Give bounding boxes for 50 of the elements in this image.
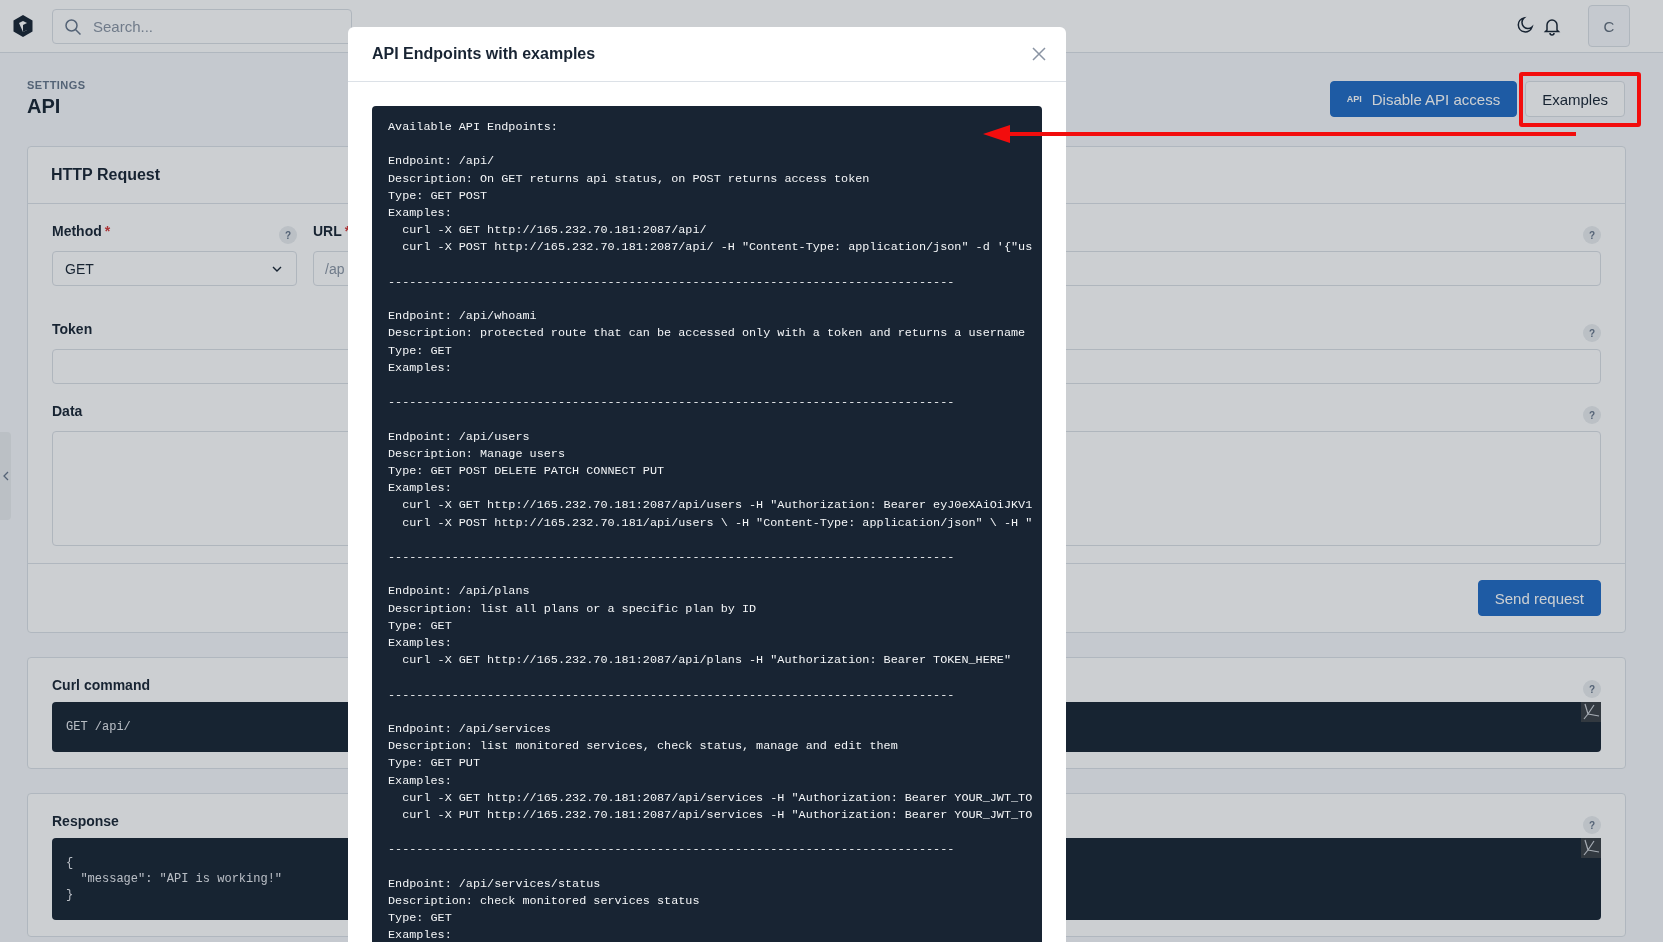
code-line: Endpoint: /api/users: [388, 428, 530, 446]
modal-title: API Endpoints with examples: [372, 45, 596, 63]
code-line: Type: GET POST DELETE PATCH CONNECT PUT: [388, 463, 665, 480]
code-line: Endpoint: /api/services: [388, 720, 551, 738]
code-line: }: [66, 887, 74, 903]
code-line: curl -X GET http://165.232.70.181:2087/api/: [401, 222, 707, 240]
code-line: curl -X GET http://165.232.70.181:2087/api/services -H "Authorization: Bearer YOUR_JWT_TO: [401, 789, 1033, 807]
code-line: Description: protected route that can be accessed only with a token and returns a username: [388, 325, 1026, 343]
code-line: Type: GET PUT: [388, 755, 481, 773]
field-label: Data: [52, 403, 83, 419]
code-line: Examples:: [388, 480, 452, 498]
code-line: Endpoint: /api/: [388, 153, 495, 171]
code-line: curl -X POST http://165.232.70.181/api/users \ -H "Content-Type: application/json" \ -H ": [401, 514, 1033, 532]
code-line: Type: GET POST: [388, 187, 488, 205]
code-line: --------------------------------------------------------------------------------: [388, 549, 955, 566]
page-title: API: [27, 95, 62, 118]
code-line: --------------------------------------------------------------------------------: [388, 273, 955, 291]
card-title: HTTP Request: [51, 166, 161, 184]
code-line: Description: list monitored services, check status, manage and edit them: [388, 738, 898, 756]
code-line: Description: On GET returns api status, on POST returns access token: [388, 170, 870, 188]
card-title: Response: [52, 813, 119, 829]
code-line: curl -X GET http://165.232.70.181:2087/api/users -H "Authorization: Bearer eyJ0eXAiOiJKV1: [401, 497, 1033, 515]
code-line: Examples:: [388, 635, 452, 652]
code-line: --------------------------------------------------------------------------------: [388, 394, 955, 412]
code-line: Examples:: [388, 205, 452, 222]
code-line: --------------------------------------------------------------------------------: [388, 841, 955, 859]
field-label: Method *: [52, 223, 111, 239]
code-line: Endpoint: /api/whoami: [388, 308, 537, 326]
code-line: GET /api/: [66, 719, 131, 735]
code-line: {: [66, 855, 74, 871]
code-line: curl -X GET http://165.232.70.181:2087/api/plans -H "Authorization: Bearer TOKEN_HERE": [401, 652, 1011, 670]
code-line: Examples:: [388, 359, 452, 377]
code-line: Type: GET: [388, 910, 452, 928]
code-line: Type: GET: [388, 617, 452, 635]
code-line: Examples:: [388, 772, 452, 790]
code-line: curl -X POST http://165.232.70.181:2087/api/ -H "Content-Type: application/json" -d '{"us: [401, 239, 1033, 257]
code-line: Description: Manage users: [388, 445, 565, 463]
code-line: Description: list all plans or a specific plan by ID: [388, 600, 757, 618]
code-line: curl -X PUT http://165.232.70.181:2087/api/services -H "Authorization: Bearer YOUR_JWT_TO: [401, 807, 1033, 824]
code-line: Type: GET: [388, 342, 452, 360]
code-line: Examples:: [388, 927, 452, 942]
field-label: Token: [52, 321, 93, 337]
code-line: Description: check monitored services status: [388, 892, 700, 910]
code-line: Endpoint: /api/services/status: [388, 875, 601, 893]
card-title: Curl command: [52, 677, 150, 693]
code-line: --------------------------------------------------------------------------------: [388, 686, 955, 704]
code-line: Endpoint: /api/plans: [388, 583, 530, 601]
code-line: "message": "API is working!": [79, 871, 283, 887]
page-pretitle: SETTINGS: [27, 79, 86, 91]
code-line: Available API Endpoints:: [388, 119, 558, 136]
